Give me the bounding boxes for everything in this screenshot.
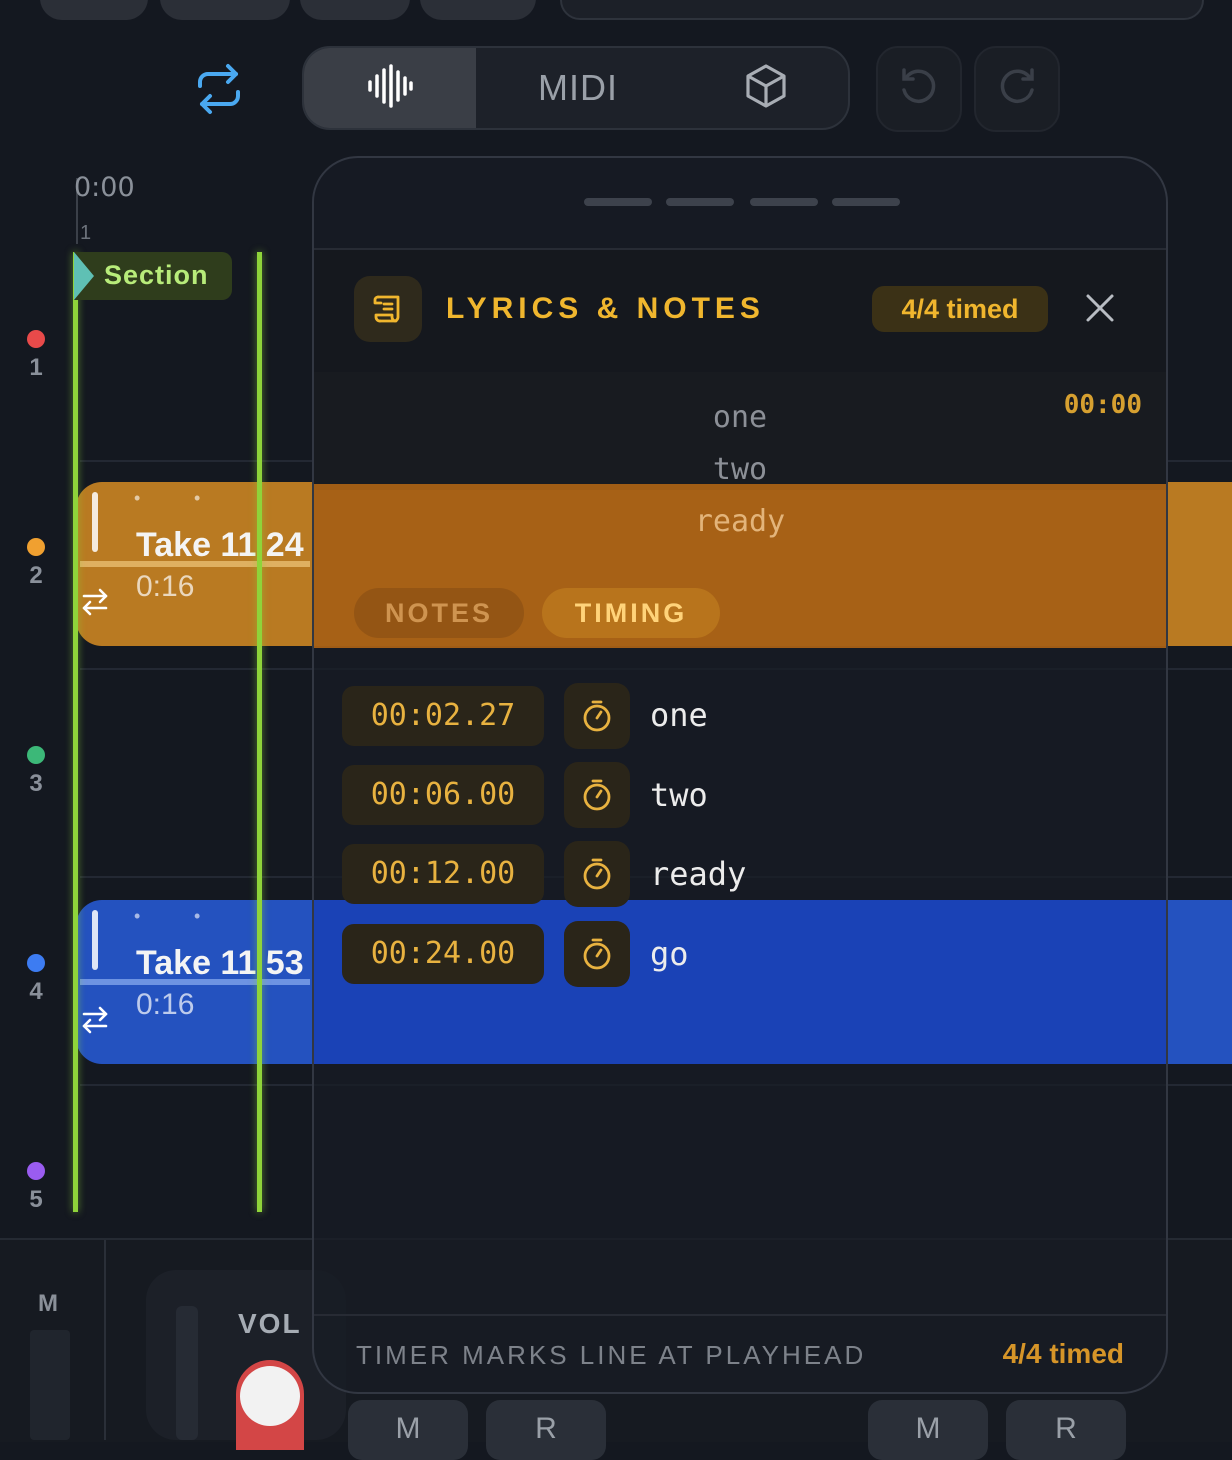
footer-divider [314, 1314, 1166, 1316]
track-2-number[interactable]: 2 [20, 562, 52, 590]
clip-marker-dot: • [194, 906, 201, 926]
stopwatch-icon[interactable] [564, 762, 630, 828]
lyrics-preview: 00:00 one two [314, 372, 1166, 490]
mode-audio-button[interactable] [304, 48, 476, 128]
mixer-divider [104, 1240, 106, 1440]
stopwatch-icon[interactable] [564, 841, 630, 907]
timed-count-badge: 4/4 timed [872, 286, 1048, 332]
redo-button[interactable] [974, 46, 1060, 132]
loop-icon[interactable] [192, 62, 246, 116]
footer-timed-status: 4/4 timed [1002, 1338, 1124, 1369]
preview-line: two [712, 452, 768, 487]
top-tab-4[interactable] [420, 0, 536, 20]
channel-record-button[interactable]: R [486, 1400, 606, 1460]
top-status-bar [560, 0, 1204, 20]
volume-knob[interactable] [240, 1366, 300, 1426]
sheet-grabber[interactable] [750, 198, 818, 206]
track-5-number[interactable]: 5 [20, 1186, 52, 1214]
channel-meter [176, 1306, 198, 1440]
tab-timing[interactable]: TIMING [542, 588, 720, 638]
undo-button[interactable] [876, 46, 962, 132]
preview-line: one [712, 400, 768, 435]
timing-row-text: go [650, 935, 689, 973]
section-marker[interactable]: Section [74, 252, 232, 300]
stopwatch-icon[interactable] [564, 921, 630, 987]
section-start-line[interactable] [73, 252, 78, 1212]
sheet-grabber[interactable] [584, 198, 652, 206]
swap-icon[interactable] [80, 1004, 110, 1034]
timing-row-time[interactable]: 00:12.00 [342, 844, 544, 904]
track-3-number[interactable]: 3 [20, 770, 52, 798]
panel-footer: TIMER MARKS LINE AT PLAYHEAD 4/4 timed [314, 1314, 1166, 1392]
ruler-bar-label: 1 [80, 222, 92, 244]
top-tab-1[interactable] [40, 0, 148, 20]
sheet-grabber[interactable] [832, 198, 900, 206]
clip-title: Take 11 24 [136, 526, 304, 564]
clip-marker-dot: • [134, 488, 141, 508]
mode-midi-button[interactable]: MIDI [476, 48, 680, 128]
track-2-color-dot [27, 538, 45, 556]
footer-hint: TIMER MARKS LINE AT PLAYHEAD [356, 1340, 867, 1370]
track-3-color-dot [27, 746, 45, 764]
track-1-color-dot [27, 330, 45, 348]
track-4-color-dot [27, 954, 45, 972]
sheet-grabber[interactable] [666, 198, 734, 206]
ruler-time-label: 0:00 [74, 172, 135, 203]
volume-label: VOL [238, 1308, 302, 1339]
section-label: Section [104, 260, 209, 290]
panel-title: LYRICS & NOTES [446, 292, 765, 325]
tab-notes[interactable]: NOTES [354, 588, 524, 638]
timing-row-time[interactable]: 00:02.27 [342, 686, 544, 746]
playhead-line[interactable] [257, 252, 262, 1212]
clip-trim-handle[interactable] [92, 492, 98, 552]
timing-row-text: one [650, 696, 708, 734]
undo-icon [898, 66, 940, 113]
top-tab-3[interactable] [300, 0, 410, 20]
clip-duration: 0:16 [136, 988, 195, 1021]
top-tab-2[interactable] [160, 0, 290, 20]
master-mute-label[interactable]: M [38, 1290, 58, 1318]
clip-marker-dot: • [194, 488, 201, 508]
track-5-color-dot [27, 1162, 45, 1180]
scroll-icon [354, 276, 422, 342]
timing-row-time[interactable]: 00:06.00 [342, 765, 544, 825]
channel-mute-button[interactable]: M [348, 1400, 468, 1460]
mode-segmented-control: MIDI [302, 46, 850, 130]
preview-line: ready [694, 504, 786, 539]
track-4-number[interactable]: 4 [20, 978, 52, 1006]
timing-row-text: ready [650, 855, 747, 893]
master-fader[interactable] [30, 1330, 70, 1440]
swap-icon[interactable] [80, 586, 110, 616]
clip-marker-dot: • [134, 906, 141, 926]
track-1-number[interactable]: 1 [20, 354, 52, 382]
clip-title: Take 11 53 [136, 944, 304, 982]
channel-record-button[interactable]: R [1006, 1400, 1126, 1460]
mode-3d-button[interactable] [680, 48, 848, 128]
clip-trim-handle[interactable] [92, 910, 98, 970]
timing-row-time[interactable]: 00:24.00 [342, 924, 544, 984]
lyrics-notes-panel: LYRICS & NOTES 4/4 timed 00:00 one two r… [312, 156, 1168, 1394]
clip-duration: 0:16 [136, 570, 195, 603]
channel-mute-button[interactable]: M [868, 1400, 988, 1460]
panel-header: LYRICS & NOTES 4/4 timed [314, 248, 1166, 372]
stopwatch-icon[interactable] [564, 683, 630, 749]
section-marker-flag [74, 252, 94, 300]
header-divider [314, 248, 1166, 250]
redo-icon [996, 66, 1038, 113]
close-icon[interactable] [1082, 290, 1118, 326]
waveform-icon [365, 63, 415, 113]
cube-icon [743, 63, 789, 114]
timing-row-text: two [650, 776, 708, 814]
